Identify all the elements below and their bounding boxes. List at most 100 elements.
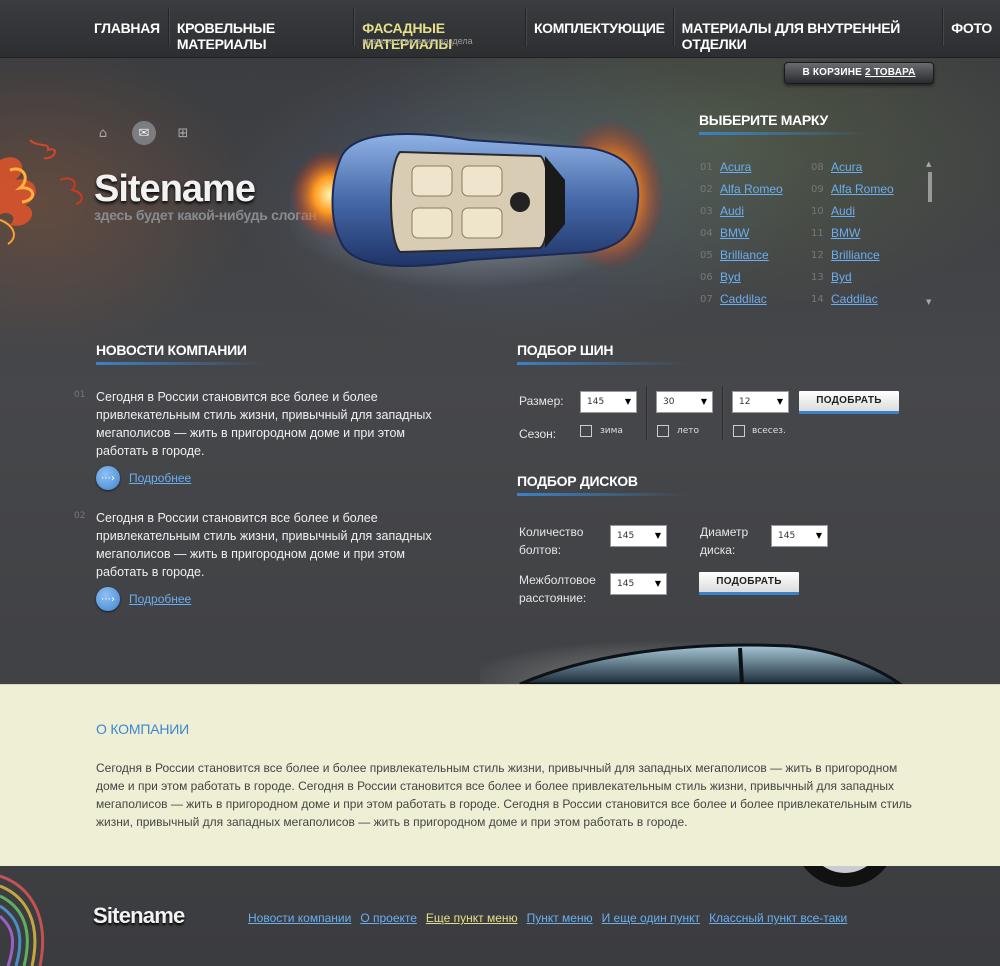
news-more-link[interactable]: Подробнее — [129, 592, 191, 606]
footer-link[interactable]: Новости компании — [248, 911, 351, 925]
news-text: Сегодня в России становится все более и … — [96, 390, 432, 458]
cart-badge[interactable]: В КОРЗИНЕ 2 ТОВАРА — [784, 62, 934, 84]
news-num: 01 — [74, 390, 86, 400]
tires-title-underline — [517, 362, 687, 365]
more-arrow-icon[interactable]: ⋯› — [96, 466, 120, 490]
disk-diameter-select[interactable]: 145 ▼ — [771, 525, 828, 547]
chevron-down-icon: ▼ — [700, 397, 707, 406]
brand-num: 06 — [700, 271, 713, 283]
nav-item-roofing[interactable]: КРОВЕЛЬНЫЕ МАТЕРИАЛЫ — [169, 8, 355, 52]
scroll-down-icon[interactable]: ▼ — [926, 298, 931, 306]
tire-diameter-select[interactable]: 12 ▼ — [732, 391, 789, 413]
brand-link[interactable]: Brilliance — [720, 248, 769, 262]
list-item: 12 Brilliance — [811, 244, 894, 266]
bolt-spacing-label: Межболтовое расстояние: — [519, 571, 596, 607]
list-item: 07 Caddilac — [700, 288, 783, 310]
select-value: 145 — [617, 579, 635, 589]
season-winter-checkbox[interactable] — [580, 425, 592, 437]
brand-link[interactable]: BMW — [720, 226, 749, 240]
site-logo[interactable]: Sitename — [94, 168, 256, 211]
nav-item-home[interactable]: ГЛАВНАЯ — [86, 8, 169, 46]
tires-search-button[interactable]: ПОДОБРАТЬ — [799, 391, 899, 414]
brand-link[interactable]: Caddilac — [720, 292, 767, 306]
about-title: О КОМПАНИИ — [96, 721, 189, 737]
brand-link[interactable]: Alfa Romeo — [831, 182, 894, 196]
footer-link[interactable]: И еще один пункт — [602, 911, 700, 925]
brand-num: 11 — [811, 227, 824, 239]
list-item: 06 Byd — [700, 266, 783, 288]
disks-section-title: ПОДБОР ДИСКОВ — [517, 473, 638, 489]
brand-num: 08 — [811, 161, 824, 173]
bolts-label-line-1: Количество — [519, 525, 584, 539]
nav-item-facade[interactable]: ФАСАДНЫЕ МАТЕРИАЛЫ краткое описание разд… — [354, 8, 526, 52]
footer-logo[interactable]: Sitename — [93, 903, 185, 929]
brand-num: 09 — [811, 183, 824, 195]
page: ГЛАВНАЯ КРОВЕЛЬНЫЕ МАТЕРИАЛЫ ФАСАДНЫЕ МА… — [0, 0, 1000, 966]
about-section: О КОМПАНИИ Сегодня в России становится в… — [0, 684, 1000, 866]
nav-item-interior[interactable]: МАТЕРИАЛЫ ДЛЯ ВНУТРЕННЕЙ ОТДЕЛКИ — [674, 8, 944, 52]
sitemap-icon[interactable]: ⊞ — [172, 122, 194, 144]
list-item: 14 Caddilac — [811, 288, 894, 310]
nav-link[interactable]: ГЛАВНАЯ — [94, 8, 160, 36]
disks-search-button[interactable]: ПОДОБРАТЬ — [699, 572, 799, 595]
brand-link[interactable]: Caddilac — [831, 292, 878, 306]
top-navigation: ГЛАВНАЯ КРОВЕЛЬНЫЕ МАТЕРИАЛЫ ФАСАДНЫЕ МА… — [0, 0, 1000, 58]
brand-list-scrollbar[interactable]: ▲ ▼ — [926, 160, 934, 306]
brand-link[interactable]: Alfa Romeo — [720, 182, 783, 196]
about-text: Сегодня в России становится все более и … — [96, 761, 912, 829]
brand-link[interactable]: Acura — [720, 160, 751, 174]
tire-profile-select[interactable]: 30 ▼ — [656, 391, 713, 413]
news-more-link[interactable]: Подробнее — [129, 471, 191, 485]
brand-num: 13 — [811, 271, 824, 283]
scrollbar-thumb[interactable] — [928, 172, 932, 202]
footer-link-active[interactable]: Еще пункт меню — [426, 911, 518, 925]
news-more: ⋯› Подробнее — [96, 466, 191, 490]
footer-link[interactable]: О проекте — [360, 911, 417, 925]
nav-link[interactable]: ФОТО — [951, 8, 992, 36]
brand-link[interactable]: BMW — [831, 226, 860, 240]
select-value: 145 — [587, 397, 605, 407]
select-value: 12 — [739, 397, 751, 407]
footer-link[interactable]: Пункт меню — [527, 911, 593, 925]
season-allseason-checkbox[interactable] — [733, 425, 745, 437]
mail-icon[interactable]: ✉ — [132, 121, 156, 145]
season-summer-checkbox[interactable] — [657, 425, 669, 437]
brand-link[interactable]: Byd — [831, 270, 852, 284]
brand-link[interactable]: Byd — [720, 270, 741, 284]
chevron-down-icon: ▼ — [776, 397, 783, 406]
brand-list-col-2: 08 Acura 09 Alfa Romeo 10 Audi 11 BMW 12 Bril… — [811, 156, 894, 310]
news-section-title: НОВОСТИ КОМПАНИИ — [96, 342, 247, 358]
list-item: 09 Alfa Romeo — [811, 178, 894, 200]
nav-item-accessories[interactable]: КОМПЛЕКТУЮЩИЕ — [526, 8, 674, 46]
season-summer-label: лето — [677, 426, 700, 436]
brand-link[interactable]: Brilliance — [831, 248, 880, 262]
nav-link[interactable]: КОМПЛЕКТУЮЩИЕ — [534, 8, 665, 36]
bolts-count-select[interactable]: 145 ▼ — [610, 525, 667, 547]
brand-link[interactable]: Audi — [720, 204, 744, 218]
tire-width-select[interactable]: 145 ▼ — [580, 391, 637, 413]
disk-diameter-label-line-1: Диаметр — [700, 525, 749, 539]
bolts-label: Количество болтов: — [519, 523, 583, 559]
rainbow-swirl-decoration — [0, 874, 45, 966]
brand-link[interactable]: Acura — [831, 160, 862, 174]
cart-link[interactable]: 2 ТОВАРА — [865, 67, 916, 78]
nav-link[interactable]: КРОВЕЛЬНЫЕ МАТЕРИАЛЫ — [177, 8, 345, 52]
tire-size-label: Размер: — [519, 394, 564, 408]
home-icon[interactable]: ⌂ — [92, 122, 114, 144]
scroll-up-icon[interactable]: ▲ — [926, 160, 931, 168]
bolt-spacing-select[interactable]: 145 ▼ — [610, 573, 667, 595]
nav-item-photo[interactable]: ФОТО — [943, 8, 1000, 46]
nav-link[interactable]: МАТЕРИАЛЫ ДЛЯ ВНУТРЕННЕЙ ОТДЕЛКИ — [682, 8, 935, 52]
brand-num: 02 — [700, 183, 713, 195]
brand-link[interactable]: Audi — [831, 204, 855, 218]
news-num: 02 — [74, 511, 86, 521]
select-value: 145 — [778, 531, 796, 541]
list-item: 11 BMW — [811, 222, 894, 244]
footer-link[interactable]: Классный пункт все-таки — [709, 911, 847, 925]
disk-diameter-label: Диаметр диска: — [700, 523, 748, 559]
season-allseason-label: всесез. — [752, 426, 786, 436]
season-winter-label: зима — [600, 426, 623, 436]
bolts-label-line-2: болтов: — [519, 543, 562, 557]
more-arrow-icon[interactable]: ⋯› — [96, 587, 120, 611]
footer-links: Новости компании О проекте Еще пункт мен… — [248, 911, 856, 925]
